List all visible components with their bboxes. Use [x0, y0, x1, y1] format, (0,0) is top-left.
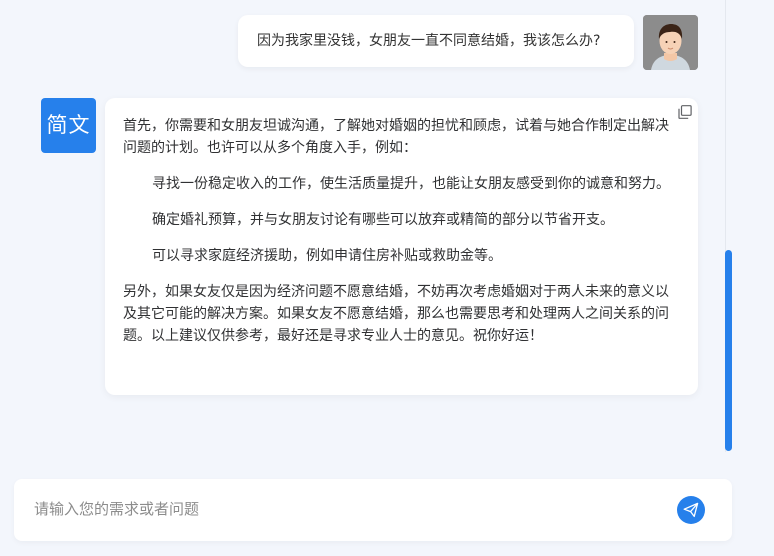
- bot-reply-conclusion: 另外，如果女友仅是因为经济问题不愿意结婚，不妨再次考虑婚姻对于两人未来的意义以及…: [123, 284, 669, 344]
- input-bar: [14, 479, 732, 541]
- send-button[interactable]: [677, 496, 705, 524]
- user-message-text: 因为我家里没钱，女朋友一直不同意结婚，我该怎么办?: [257, 33, 601, 49]
- paper-plane-icon: [683, 502, 699, 518]
- chat-area: 因为我家里没钱，女朋友一直不同意结婚，我该怎么办? 简文 首先，你需要和女朋友坦…: [0, 0, 722, 470]
- bot-message: 首先，你需要和女朋友坦诚沟通，了解她对婚姻的担忧和顾虑，试着与她合作制定出解决问…: [105, 98, 698, 395]
- user-message: 因为我家里没钱，女朋友一直不同意结婚，我该怎么办?: [238, 15, 634, 67]
- scrollbar-thumb[interactable]: [725, 250, 732, 451]
- bot-avatar: 简文: [41, 98, 96, 153]
- bot-avatar-label: 简文: [46, 113, 91, 137]
- bot-reply-item: 可以寻求家庭经济援助，例如申请住房补贴或救助金等。: [152, 248, 502, 264]
- bot-reply-intro: 首先，你需要和女朋友坦诚沟通，了解她对婚姻的担忧和顾虑，试着与她合作制定出解决问…: [123, 118, 669, 156]
- bot-reply-item: 确定婚礼预算，并与女朋友讨论有哪些可以放弃或精简的部分以节省开支。: [152, 212, 614, 228]
- user-avatar-icon: [643, 15, 698, 70]
- question-input[interactable]: [34, 495, 634, 523]
- copy-icon[interactable]: [678, 104, 692, 119]
- bot-reply-item: 寻找一份稳定收入的工作，使生活质量提升，也能让女朋友感受到你的诚意和努力。: [152, 176, 670, 192]
